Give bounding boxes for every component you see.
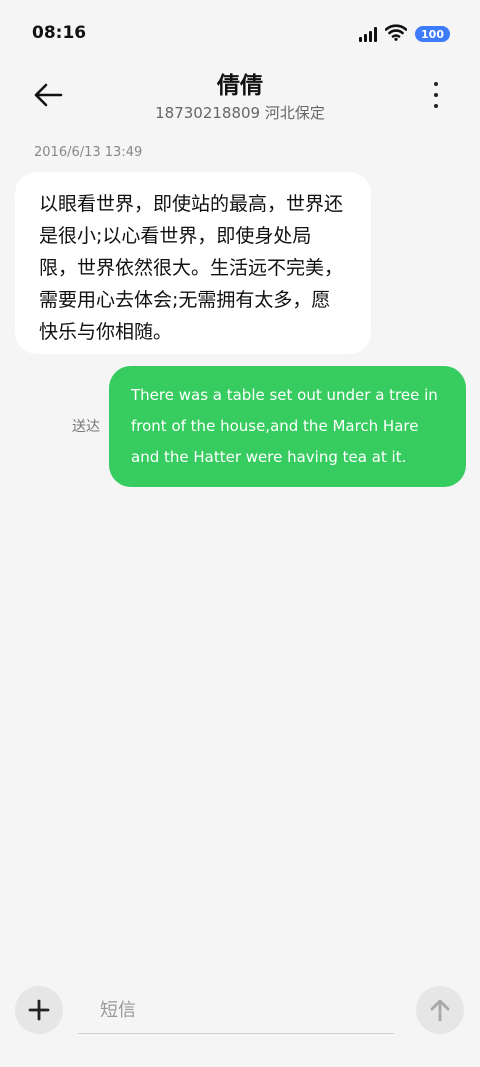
send-arrow-icon <box>430 999 450 1022</box>
battery-icon: 100 <box>415 26 450 42</box>
status-bar: 08:16 100 <box>0 0 480 66</box>
status-time: 08:16 <box>32 23 87 43</box>
wifi-icon <box>384 23 408 45</box>
more-options-button[interactable] <box>428 80 444 110</box>
contact-name: 倩倩 <box>217 73 263 99</box>
status-icons: 100 <box>359 23 450 45</box>
message-input[interactable] <box>78 988 394 1034</box>
received-message-bubble[interactable]: 以眼看世界，即使站的最高，世界还是很小;以心看世界，即使身处局限，世界依然很大。… <box>15 172 371 354</box>
add-icon <box>28 999 50 1021</box>
send-button[interactable] <box>416 986 464 1034</box>
more-vertical-icon <box>434 82 438 86</box>
delivery-status: 送达 <box>72 419 100 435</box>
message-composer <box>0 960 480 1067</box>
conversation-header: 倩倩 18730218809 河北保定 <box>0 66 480 136</box>
signal-icon <box>359 26 378 42</box>
sent-message-bubble[interactable]: There was a table set out under a tree i… <box>109 366 466 487</box>
contact-detail: 18730218809 河北保定 <box>155 104 325 122</box>
message-timestamp: 2016/6/13 13:49 <box>34 145 143 160</box>
add-attachment-button[interactable] <box>15 986 63 1034</box>
